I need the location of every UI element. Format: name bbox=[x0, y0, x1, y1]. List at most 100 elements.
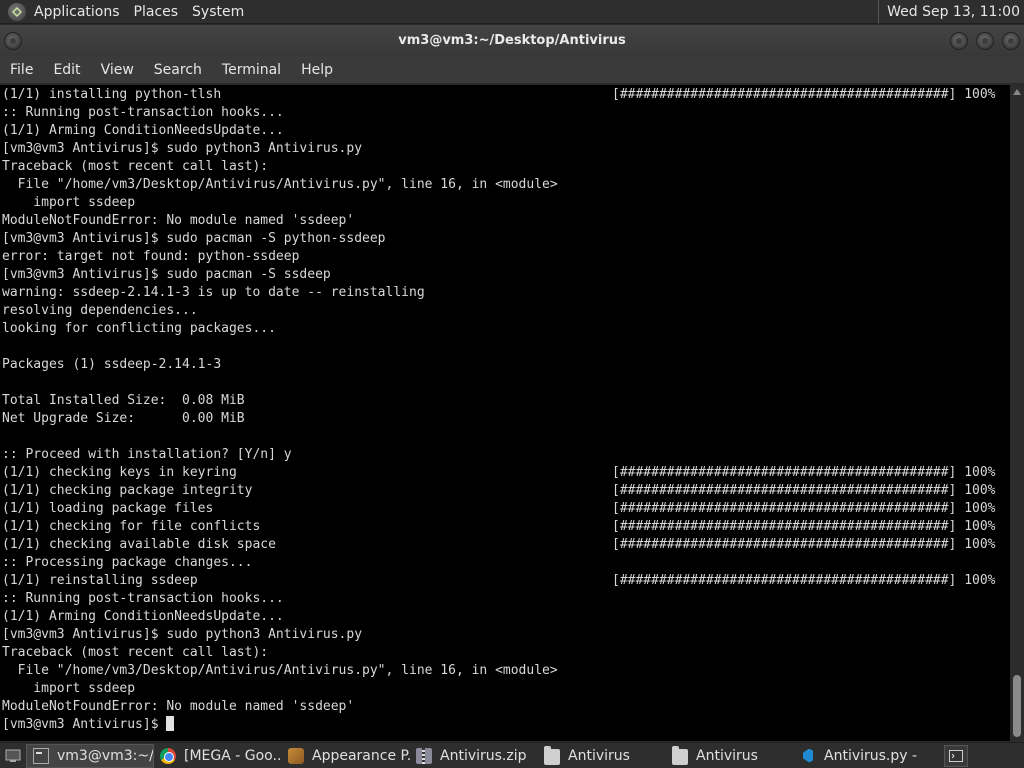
terminal-line: :: Proceed with installation? [Y/n] y bbox=[2, 446, 1010, 464]
terminal-line-text: [vm3@vm3 Antivirus]$ sudo python3 Antivi… bbox=[2, 141, 363, 156]
text-cursor bbox=[166, 716, 175, 731]
terminal-line: (1/1) checking keys in keyring [#########… bbox=[2, 464, 1010, 482]
terminal-line-text: (1/1) Arming ConditionNeedsUpdate... bbox=[2, 609, 284, 624]
menu-search[interactable]: Search bbox=[144, 62, 212, 78]
close-button[interactable] bbox=[1002, 32, 1020, 50]
terminal-line-text: [vm3@vm3 Antivirus]$ sudo pacman -S pyth… bbox=[2, 231, 386, 246]
scrollbar-thumb[interactable] bbox=[1013, 675, 1021, 737]
terminal-line-text: Total Installed Size: 0.08 MiB bbox=[2, 393, 245, 408]
terminal-line: import ssdeep bbox=[2, 194, 1010, 212]
terminal-line: Packages (1) ssdeep-2.14.1-3 bbox=[2, 356, 1010, 374]
terminal-line-text: Net Upgrade Size: 0.00 MiB bbox=[2, 411, 245, 426]
menu-help[interactable]: Help bbox=[291, 62, 343, 78]
terminal-line-text: import ssdeep bbox=[2, 681, 136, 696]
terminal-line: File "/home/vm3/Desktop/Antivirus/Antivi… bbox=[2, 176, 1010, 194]
scroll-up-icon[interactable] bbox=[1013, 89, 1021, 95]
archive-icon bbox=[416, 747, 432, 764]
prompt-line[interactable]: [vm3@vm3 Antivirus]$ bbox=[2, 716, 1010, 734]
terminal-line: (1/1) reinstalling ssdeep [##############… bbox=[2, 572, 1010, 590]
terminal-line-text: File "/home/vm3/Desktop/Antivirus/Antivi… bbox=[2, 177, 558, 192]
menu-view[interactable]: View bbox=[91, 62, 144, 78]
taskbar-button[interactable]: Antivirus.zip bbox=[410, 744, 538, 768]
terminal-line-text: (1/1) installing python-tlsh bbox=[2, 87, 222, 102]
taskbar-button-label: [MEGA - Goo... bbox=[184, 747, 282, 764]
taskbar-button[interactable]: Appearance P... bbox=[282, 744, 410, 768]
panel-menu: Applications Places System bbox=[0, 0, 252, 24]
taskbar-button-label: vm3@vm3:~/... bbox=[57, 747, 154, 764]
progress-bar-text: [#######################################… bbox=[612, 573, 996, 588]
taskbar-button-label: Antivirus.zip bbox=[440, 747, 527, 764]
menu-applications[interactable]: Applications bbox=[32, 4, 128, 20]
taskbar-button[interactable]: Antivirus bbox=[666, 744, 794, 768]
terminal-icon bbox=[33, 747, 49, 764]
terminal-line-text: :: Processing package changes... bbox=[2, 555, 253, 570]
window-title: vm3@vm3:~/Desktop/Antivirus bbox=[398, 33, 626, 48]
progress-bar-text: [#######################################… bbox=[612, 483, 996, 498]
menu-terminal[interactable]: Terminal bbox=[212, 62, 291, 78]
terminal-scrollbar[interactable] bbox=[1010, 85, 1024, 741]
menu-system[interactable]: System bbox=[186, 4, 252, 20]
terminal-menubar: File Edit View Search Terminal Help bbox=[0, 56, 1024, 84]
terminal-line-text: (1/1) reinstalling ssdeep bbox=[2, 573, 198, 588]
terminal-line: Net Upgrade Size: 0.00 MiB bbox=[2, 410, 1010, 428]
terminal-line-text: (1/1) Arming ConditionNeedsUpdate... bbox=[2, 123, 284, 138]
taskbar-tasks: vm3@vm3:~/... [MEGA - Goo... Appearance P.… bbox=[26, 743, 922, 768]
terminal-tray-icon bbox=[949, 749, 963, 762]
minimize-button[interactable] bbox=[950, 32, 968, 50]
taskbar-button[interactable]: [MEGA - Goo... bbox=[154, 744, 282, 768]
show-desktop-button[interactable] bbox=[0, 743, 26, 768]
appearance-icon bbox=[288, 747, 304, 764]
menu-places[interactable]: Places bbox=[128, 4, 187, 20]
terminal-line: :: Processing package changes... bbox=[2, 554, 1010, 572]
terminal-line: [vm3@vm3 Antivirus]$ sudo python3 Antivi… bbox=[2, 140, 1010, 158]
taskbar-button[interactable]: vm3@vm3:~/... bbox=[26, 743, 154, 768]
terminal-line: :: Running post-transaction hooks... bbox=[2, 590, 1010, 608]
taskbar-button[interactable]: Antivirus bbox=[538, 744, 666, 768]
terminal-line-text: [vm3@vm3 Antivirus]$ sudo pacman -S ssde… bbox=[2, 267, 331, 282]
terminal-line: error: target not found: python-ssdeep bbox=[2, 248, 1010, 266]
terminal-output[interactable]: (1/1) installing python-tlsh [###########… bbox=[0, 85, 1010, 741]
menu-file[interactable]: File bbox=[0, 62, 43, 78]
terminal-line: (1/1) checking package integrity [#######… bbox=[2, 482, 1010, 500]
terminal-line: (1/1) Arming ConditionNeedsUpdate... bbox=[2, 608, 1010, 626]
taskbar-button[interactable]: Antivirus.py - ... bbox=[794, 744, 922, 768]
terminal-line: [vm3@vm3 Antivirus]$ sudo pacman -S ssde… bbox=[2, 266, 1010, 284]
terminal-line: Traceback (most recent call last): bbox=[2, 644, 1010, 662]
terminal-line-text: (1/1) checking package integrity bbox=[2, 483, 253, 498]
terminal-line-text: import ssdeep bbox=[2, 195, 136, 210]
window-menu-button[interactable] bbox=[4, 32, 22, 50]
maximize-button[interactable] bbox=[976, 32, 994, 50]
show-desktop-icon bbox=[5, 749, 21, 762]
terminal-line: [vm3@vm3 Antivirus]$ sudo python3 Antivi… bbox=[2, 626, 1010, 644]
progress-bar-text: [#######################################… bbox=[612, 519, 996, 534]
shell-prompt: [vm3@vm3 Antivirus]$ bbox=[2, 717, 167, 732]
chrome-icon bbox=[160, 747, 176, 764]
terminal-line-text: looking for conflicting packages... bbox=[2, 321, 276, 336]
terminal-line-text: resolving dependencies... bbox=[2, 303, 198, 318]
window-titlebar[interactable]: vm3@vm3:~/Desktop/Antivirus bbox=[0, 25, 1024, 56]
terminal-line-text: [vm3@vm3 Antivirus]$ sudo python3 Antivi… bbox=[2, 627, 363, 642]
menu-edit[interactable]: Edit bbox=[43, 62, 90, 78]
workspace-switcher[interactable] bbox=[944, 744, 968, 767]
terminal-line: warning: ssdeep-2.14.1-3 is up to date -… bbox=[2, 284, 1010, 302]
distro-logo-icon[interactable] bbox=[8, 2, 26, 21]
terminal-line: (1/1) installing python-tlsh [###########… bbox=[2, 86, 1010, 104]
taskbar-button-label: Appearance P... bbox=[312, 747, 410, 764]
top-panel: Applications Places System Wed Sep 13, 1… bbox=[0, 0, 1024, 24]
panel-clock[interactable]: Wed Sep 13, 11:00 bbox=[878, 0, 1024, 24]
terminal-line: (1/1) loading package files [############… bbox=[2, 500, 1010, 518]
progress-bar-text: [#######################################… bbox=[612, 465, 996, 480]
terminal-line-text: :: Running post-transaction hooks... bbox=[2, 105, 284, 120]
terminal-line-text: error: target not found: python-ssdeep bbox=[2, 249, 300, 264]
terminal-line: File "/home/vm3/Desktop/Antivirus/Antivi… bbox=[2, 662, 1010, 680]
vscode-icon bbox=[800, 748, 816, 764]
terminal-line-text: :: Running post-transaction hooks... bbox=[2, 591, 284, 606]
terminal-line-text: ModuleNotFoundError: No module named 'ss… bbox=[2, 699, 355, 714]
terminal-line-text: Packages (1) ssdeep-2.14.1-3 bbox=[2, 357, 222, 372]
terminal-line: resolving dependencies... bbox=[2, 302, 1010, 320]
terminal-line-text: (1/1) checking for file conflicts bbox=[2, 519, 261, 534]
bottom-panel: vm3@vm3:~/... [MEGA - Goo... Appearance P.… bbox=[0, 742, 1024, 768]
progress-bar-text: [#######################################… bbox=[612, 537, 996, 552]
terminal-line: looking for conflicting packages... bbox=[2, 320, 1010, 338]
